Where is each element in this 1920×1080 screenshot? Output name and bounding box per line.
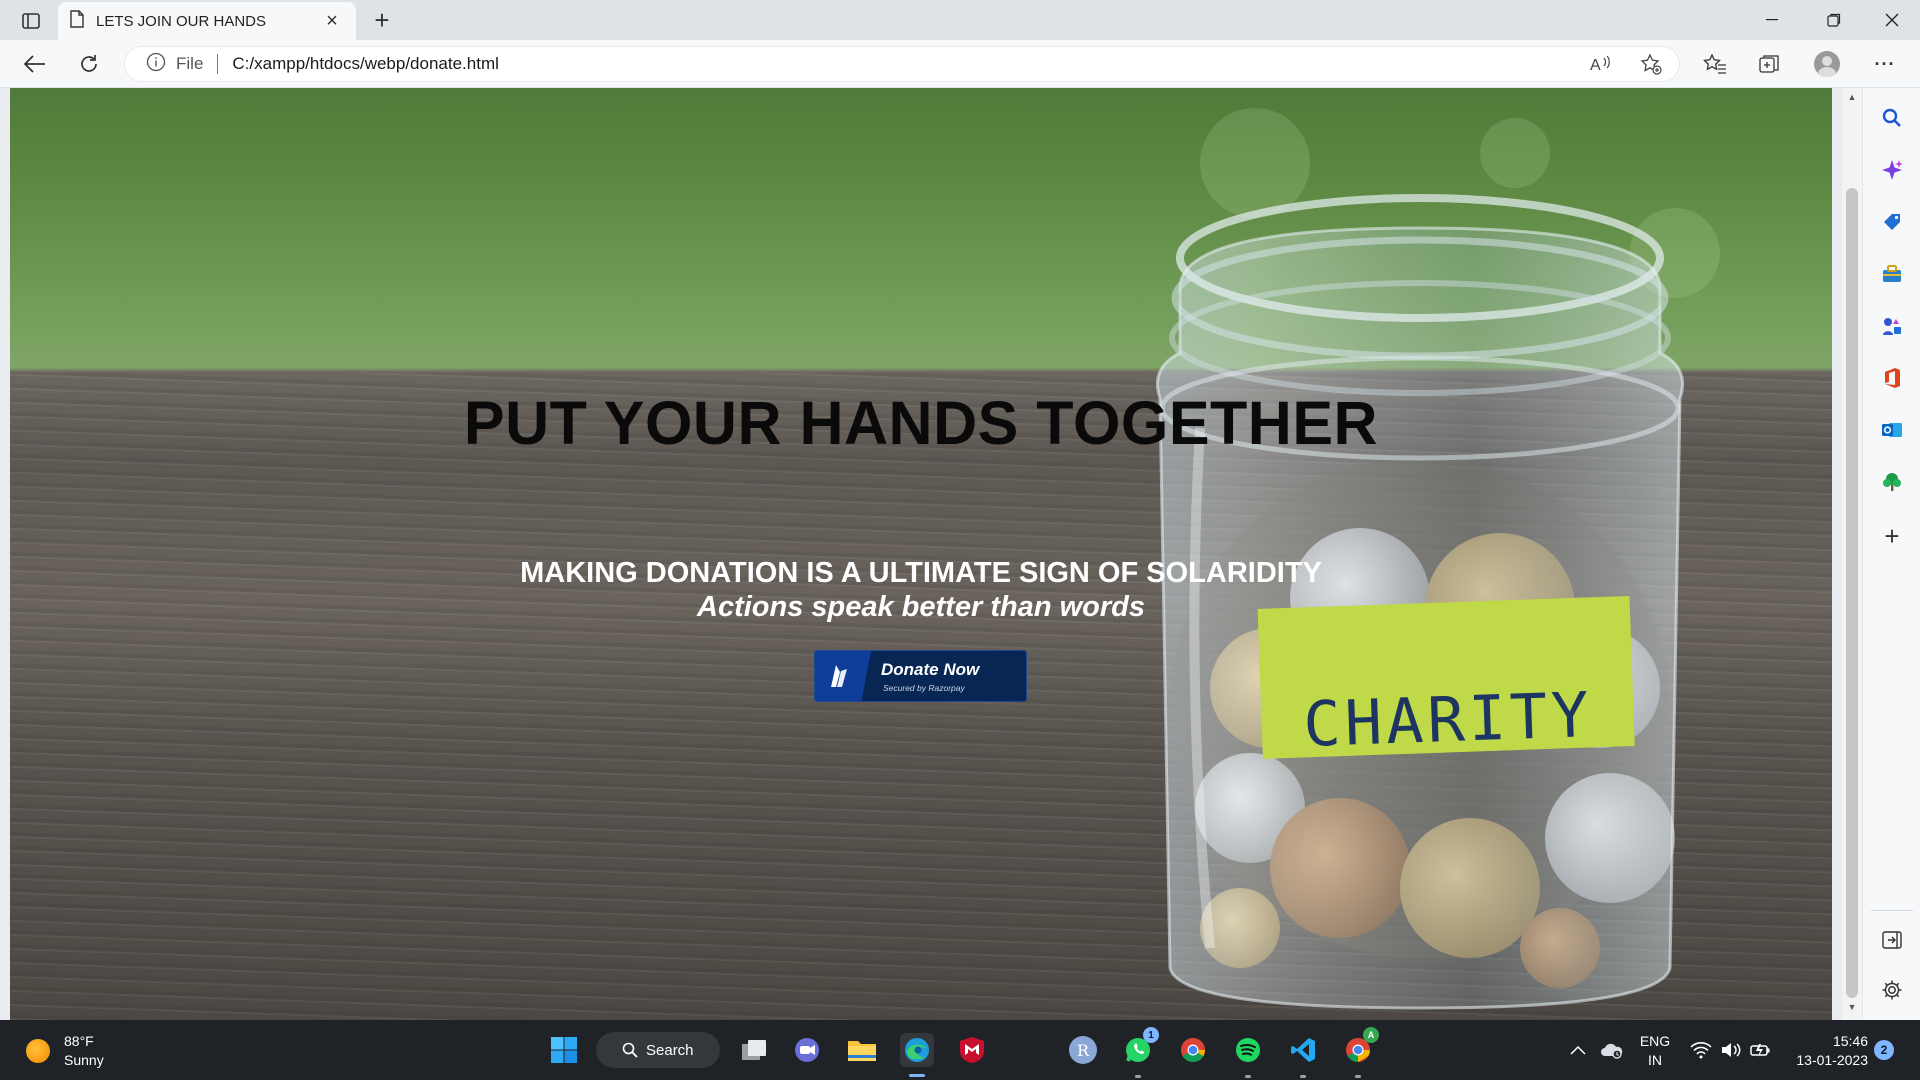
weather-widget[interactable]: 88°F Sunny	[26, 1032, 104, 1070]
vscode-running-indicator	[1300, 1075, 1306, 1078]
restore-icon[interactable]	[1808, 0, 1860, 40]
windows-taskbar: 88°F Sunny Search R 1 A ENG IN 15:46 13-…	[0, 1020, 1920, 1080]
profile-avatar[interactable]	[1814, 51, 1840, 77]
taskbar-search-label: Search	[646, 1041, 694, 1059]
scheme-label: File	[176, 54, 204, 73]
battery-icon[interactable]	[1750, 1020, 1772, 1080]
sidebar-divider	[1871, 910, 1913, 911]
razorpay-logo-icon	[815, 651, 871, 701]
tab-strip: LETS JOIN OUR HANDS × +	[0, 0, 1920, 40]
tab-actions-icon[interactable]	[14, 8, 48, 34]
sidebar-copilot-icon[interactable]	[1878, 156, 1906, 184]
wifi-icon[interactable]	[1690, 1020, 1712, 1080]
read-aloud-icon[interactable]: A	[1590, 46, 1612, 82]
system-clock[interactable]: 15:46 13-01-2023	[1788, 1032, 1868, 1070]
tab-title: LETS JOIN OUR HANDS	[96, 12, 267, 30]
sunny-weather-icon	[26, 1039, 50, 1063]
weather-description: Sunny	[64, 1052, 104, 1068]
donate-secured-text: Secured by Razorpay	[883, 682, 965, 693]
region-code: IN	[1648, 1052, 1662, 1068]
teams-chat-icon[interactable]	[790, 1033, 824, 1067]
edge-sidebar: +	[1862, 88, 1920, 1020]
input-language[interactable]: ENG IN	[1638, 1032, 1672, 1070]
mcafee-icon[interactable]	[955, 1033, 989, 1067]
clock-date: 13-01-2023	[1796, 1052, 1868, 1068]
add-favorite-icon[interactable]	[1640, 46, 1662, 82]
tab-close-icon[interactable]: ×	[320, 9, 344, 33]
sidebar-hide-icon[interactable]	[1878, 926, 1906, 954]
sidebar-search-icon[interactable]	[1878, 104, 1906, 132]
refresh-icon[interactable]	[72, 48, 106, 80]
whatsapp-badge: 1	[1143, 1027, 1159, 1043]
minimize-icon[interactable]	[1746, 0, 1798, 40]
donate-now-button[interactable]: Donate Now Secured by Razorpay	[814, 650, 1027, 702]
browser-tab-active[interactable]: LETS JOIN OUR HANDS ×	[58, 2, 356, 40]
sidebar-shopping-icon[interactable]	[1878, 208, 1906, 236]
jar-label-text: CHARITY	[1302, 677, 1594, 762]
whatsapp-icon[interactable]: 1	[1121, 1027, 1159, 1067]
chrome-icon[interactable]	[1176, 1033, 1210, 1067]
hero-background: CHARITY	[10, 88, 1832, 1020]
more-menu-icon[interactable]: ···	[1870, 50, 1900, 78]
favorites-icon[interactable]	[1700, 50, 1730, 78]
edge-active-indicator	[909, 1074, 925, 1077]
volume-icon[interactable]	[1720, 1020, 1742, 1080]
taskbar-search-icon	[622, 1042, 638, 1058]
sidebar-outlook-icon[interactable]	[1878, 416, 1906, 444]
sidebar-tree-icon[interactable]	[1878, 468, 1906, 496]
new-tab-button[interactable]: +	[368, 5, 396, 35]
sidebar-settings-icon[interactable]	[1878, 976, 1906, 1004]
collections-icon[interactable]	[1754, 50, 1784, 78]
edge-browser-icon[interactable]	[900, 1033, 934, 1067]
language-code: ENG	[1639, 1033, 1671, 1049]
taskbar-search[interactable]: Search	[596, 1032, 720, 1068]
scroll-up-icon[interactable]: ▲	[1846, 92, 1858, 104]
page-scrollbar[interactable]: ▲ ▼	[1842, 88, 1862, 1020]
avatar-r-icon[interactable]: R	[1066, 1033, 1100, 1067]
browser-toolbar: File C:/xampp/htdocs/webp/donate.html A …	[0, 40, 1920, 88]
sidebar-tools-icon[interactable]	[1878, 260, 1906, 288]
page-subheading: MAKING DONATION IS A ULTIMATE SIGN OF SO…	[520, 557, 1322, 589]
url-divider	[217, 54, 219, 74]
page-viewport: CHARITY PUT YOUR HANDS TOGETHER MAKING D…	[0, 88, 1842, 1020]
info-icon[interactable]	[146, 52, 166, 77]
page-headline: PUT YOUR HANDS TOGETHER	[463, 389, 1379, 457]
show-hidden-icons[interactable]	[1570, 1020, 1586, 1080]
clock-time: 15:46	[1832, 1033, 1868, 1049]
file-explorer-icon[interactable]	[845, 1033, 879, 1067]
svg-text:A: A	[1590, 57, 1601, 74]
back-arrow-icon[interactable]	[18, 48, 52, 80]
chrome-profile-icon[interactable]: A	[1341, 1027, 1379, 1067]
url-text[interactable]: C:/xampp/htdocs/webp/donate.html	[232, 54, 498, 74]
avatar-r-letter: R	[1069, 1036, 1097, 1064]
page-tagline: Actions speak better than words	[697, 591, 1145, 623]
donate-button-label: Donate Now	[881, 659, 980, 679]
chrome-profile-badge-icon: A	[1363, 1027, 1379, 1043]
scroll-down-icon[interactable]: ▼	[1846, 1002, 1858, 1014]
spotify-running-indicator	[1245, 1075, 1251, 1078]
weather-temperature: 88°F	[64, 1033, 94, 1049]
task-view-icon[interactable]	[737, 1033, 771, 1067]
notification-count[interactable]: 2	[1874, 1040, 1894, 1060]
chrome-running-indicator	[1355, 1075, 1361, 1078]
vscode-icon[interactable]	[1286, 1033, 1320, 1067]
page-file-icon	[70, 9, 84, 33]
spotify-icon[interactable]	[1231, 1033, 1265, 1067]
windows-start-icon[interactable]	[547, 1033, 581, 1067]
scrollbar-thumb[interactable]	[1846, 188, 1858, 998]
sidebar-office-icon[interactable]	[1878, 364, 1906, 392]
close-window-icon[interactable]	[1866, 0, 1918, 40]
onedrive-icon[interactable]	[1600, 1020, 1624, 1080]
sidebar-games-icon[interactable]	[1878, 312, 1906, 340]
sidebar-add-icon[interactable]: +	[1878, 521, 1906, 551]
address-bar[interactable]: File C:/xampp/htdocs/webp/donate.html A	[124, 46, 1680, 82]
whatsapp-running-indicator	[1135, 1075, 1141, 1078]
